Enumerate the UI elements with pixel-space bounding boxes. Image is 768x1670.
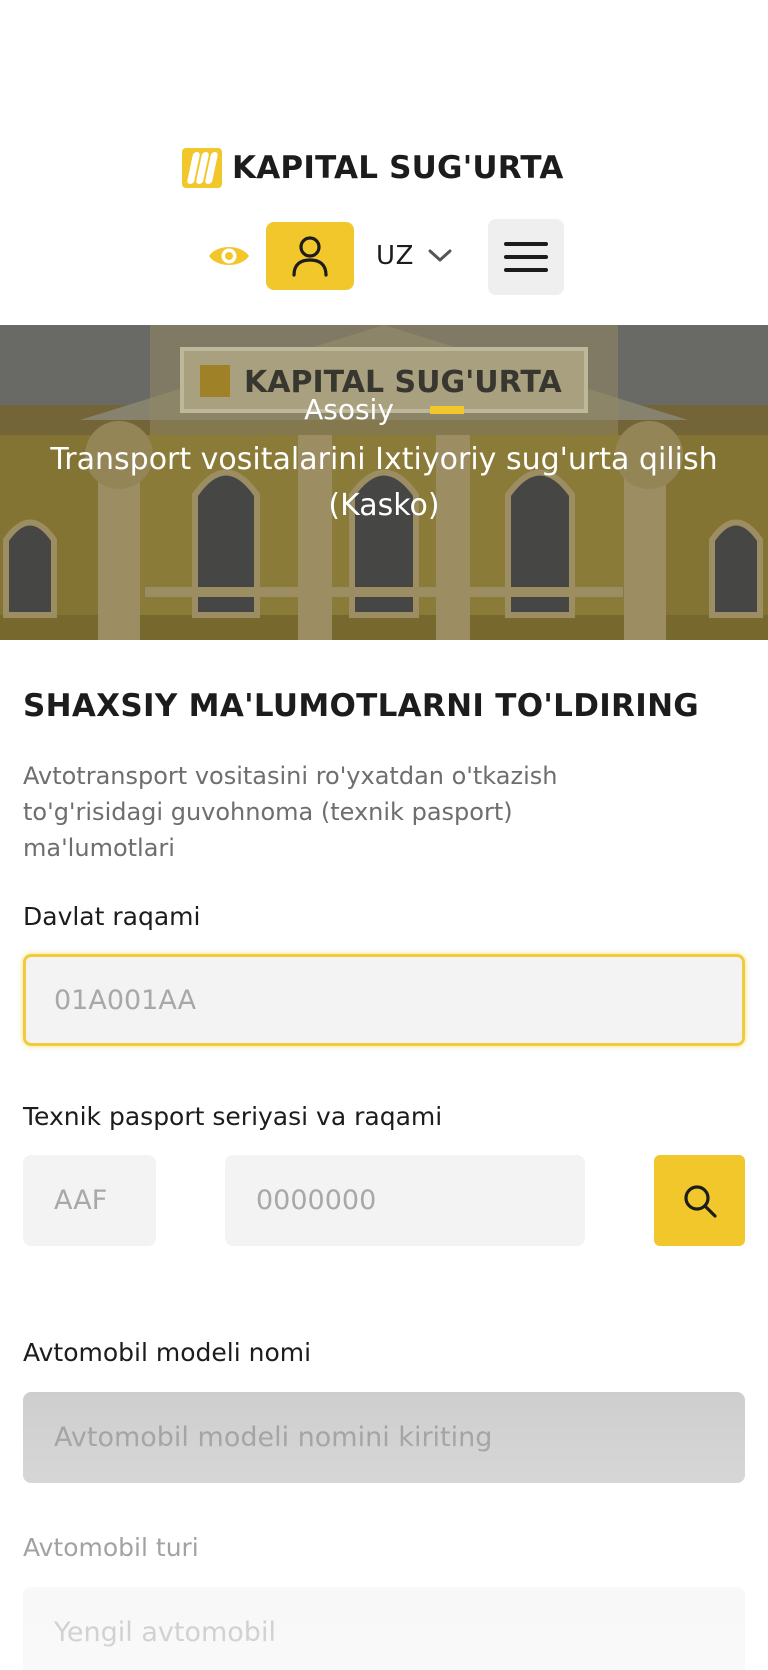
hero-banner: KAPITAL SUG'URTA Asosiy Transport vosita… [0, 325, 768, 640]
menu-button[interactable] [488, 219, 564, 295]
car-type-input[interactable] [23, 1587, 745, 1670]
form-section-description: Avtotransport vositasini ro'yxatdan o'tk… [23, 762, 558, 862]
site-header: KAPITAL SUG'URTA UZ [0, 0, 768, 325]
passport-number-input[interactable] [225, 1155, 585, 1246]
site-logo[interactable]: KAPITAL SUG'URTA [182, 146, 564, 190]
page-title: Transport vositalarini Ixtiyoriy sug'urt… [50, 442, 718, 523]
form-section-title: SHAXSIY MA'LUMOTLARNI TO'LDIRING [23, 688, 700, 724]
eye-icon [209, 247, 249, 265]
language-label: UZ [376, 241, 415, 271]
car-type-label: Avtomobil turi [23, 1533, 199, 1562]
chevron-down-icon [428, 249, 452, 262]
passport-series-input[interactable] [23, 1155, 156, 1246]
hamburger-icon [504, 242, 548, 272]
passport-label: Texnik pasport seriyasi va raqami [23, 1102, 443, 1131]
plate-label: Davlat raqami [23, 902, 201, 931]
passport-search-button[interactable] [654, 1155, 745, 1246]
hero-content: Asosiy Transport vositalarini Ixtiyoriy … [0, 325, 768, 640]
breadcrumb-home-link[interactable]: Asosiy [304, 393, 394, 426]
language-selector[interactable]: UZ [376, 236, 452, 276]
car-model-input[interactable] [23, 1392, 745, 1483]
profile-button[interactable] [266, 222, 354, 290]
logo-mark-icon [182, 148, 222, 188]
logo-text: KAPITAL SUG'URTA [232, 150, 564, 186]
breadcrumb: Asosiy [0, 393, 768, 426]
model-label: Avtomobil modeli nomi [23, 1338, 312, 1367]
plate-number-input[interactable] [23, 954, 745, 1046]
accessibility-button[interactable] [207, 236, 251, 276]
breadcrumb-separator [429, 405, 464, 414]
search-icon [683, 1184, 717, 1218]
user-icon [292, 236, 328, 277]
